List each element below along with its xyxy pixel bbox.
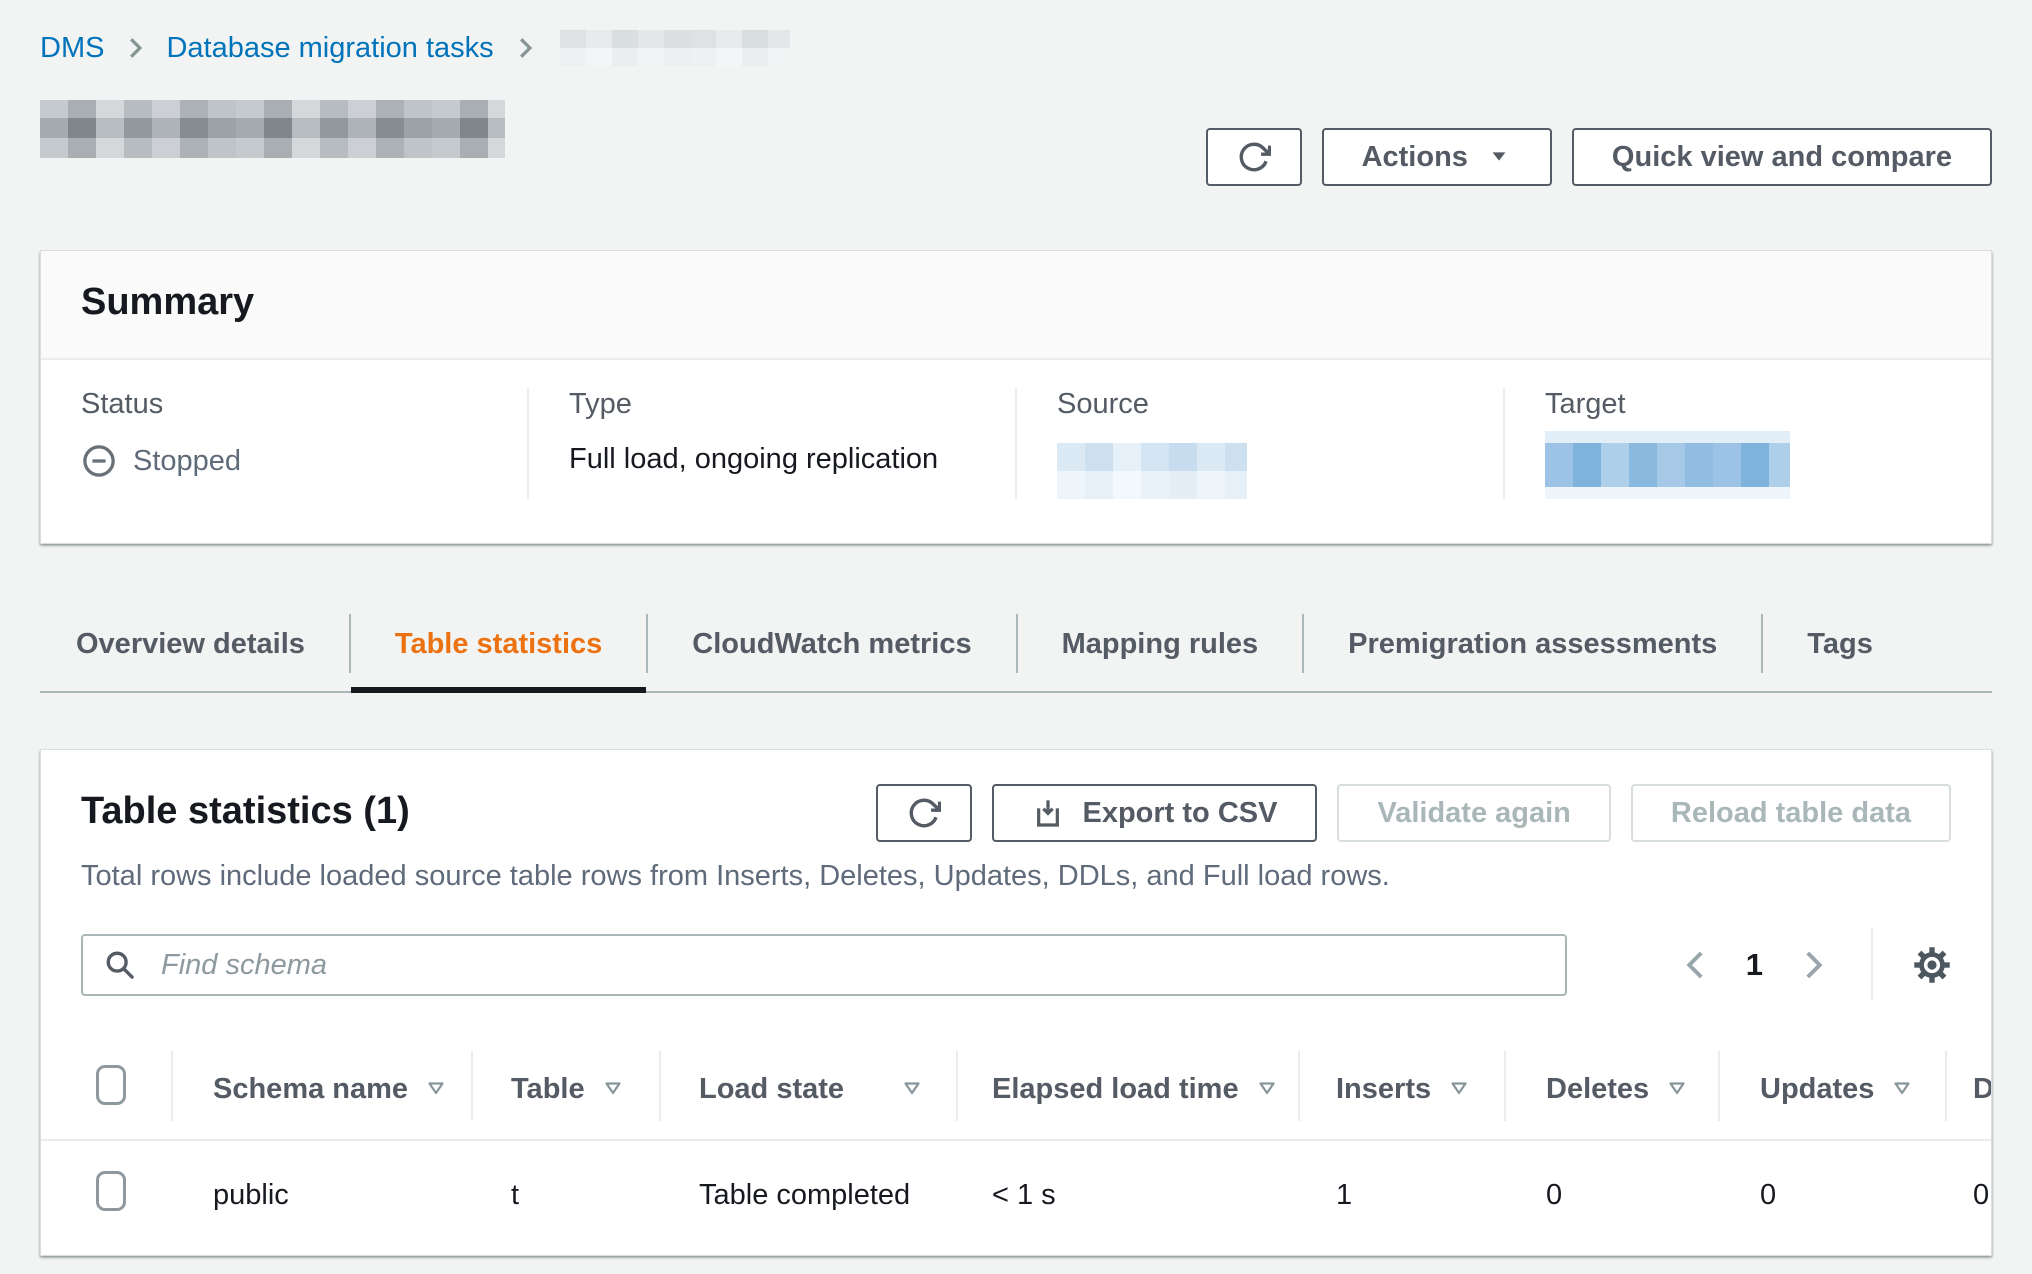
preferences-button[interactable]	[1913, 946, 1951, 984]
cell-load-state: Table completed	[659, 1140, 956, 1255]
header-toolbar: Actions Quick view and compare	[1206, 128, 1992, 186]
sort-icon[interactable]	[601, 1077, 625, 1101]
refresh-table-button[interactable]	[876, 784, 972, 842]
sort-icon[interactable]	[424, 1077, 448, 1101]
summary-body: Status Stopped Type Full load, ongoing r…	[41, 360, 1991, 543]
export-csv-button[interactable]: Export to CSV	[992, 784, 1317, 842]
column-header-updates[interactable]: Updates	[1718, 1045, 1945, 1140]
refresh-icon	[907, 796, 941, 830]
actions-button[interactable]: Actions	[1322, 128, 1552, 186]
export-csv-label: Export to CSV	[1082, 797, 1277, 830]
dms-task-page: DMS Database migration tasks Actions Qui…	[0, 0, 2032, 1274]
sort-icon[interactable]	[1255, 1077, 1279, 1101]
type-label: Type	[569, 388, 975, 421]
summary-field-target: Target	[1503, 388, 1991, 499]
breadcrumb-link-migration-tasks[interactable]: Database migration tasks	[166, 32, 493, 65]
sort-icon[interactable]	[900, 1077, 924, 1101]
row-checkbox[interactable]	[96, 1171, 126, 1211]
table-toolbar: Export to CSV Validate again Reload tabl…	[876, 784, 1951, 842]
summary-header: Summary	[41, 251, 1991, 360]
source-endpoint-redacted-link[interactable]	[1057, 443, 1247, 499]
select-all-checkbox[interactable]	[96, 1065, 126, 1105]
tab-premigration-assessments[interactable]: Premigration assessments	[1304, 604, 1761, 691]
column-header-load-state[interactable]: Load state	[659, 1045, 956, 1140]
cell-updates: 0	[1718, 1140, 1945, 1255]
column-header-elapsed-load-time[interactable]: Elapsed load time	[956, 1045, 1298, 1140]
cell-deletes: 0	[1504, 1140, 1718, 1255]
page-title-redacted	[40, 100, 505, 158]
download-icon	[1032, 797, 1064, 829]
target-endpoint-redacted-link[interactable]	[1545, 443, 1790, 487]
pagination-divider	[1871, 929, 1873, 1001]
summary-field-status: Status Stopped	[41, 388, 527, 499]
next-page-button[interactable]	[1795, 947, 1831, 983]
sort-icon[interactable]	[1890, 1077, 1914, 1101]
breadcrumb-current-redacted	[560, 30, 790, 66]
reload-table-data-button[interactable]: Reload table data	[1631, 784, 1951, 842]
find-schema-input[interactable]	[81, 934, 1567, 996]
quick-view-compare-button[interactable]: Quick view and compare	[1572, 128, 1992, 186]
tab-overview-details[interactable]: Overview details	[40, 604, 349, 691]
source-label: Source	[1057, 388, 1463, 421]
gear-icon	[1913, 946, 1951, 984]
table-statistics-panel: Table statistics (1) Export to CSV Valid…	[40, 749, 1992, 1256]
cell-ddls-clipped: 0	[1945, 1140, 1992, 1255]
tab-mapping-rules[interactable]: Mapping rules	[1018, 604, 1303, 691]
table-statistics-table: Schema name Table Load state Elapsed loa…	[41, 1045, 1992, 1255]
table-controls-row: 1	[41, 893, 1991, 1001]
summary-title: Summary	[81, 281, 1951, 324]
tab-bar: Overview details Table statistics CloudW…	[40, 604, 1992, 693]
column-header-schema-name[interactable]: Schema name	[171, 1045, 471, 1140]
table-statistics-title: Table statistics (1)	[81, 790, 410, 833]
cell-inserts: 1	[1298, 1140, 1504, 1255]
tab-tags[interactable]: Tags	[1763, 604, 1917, 691]
column-header-table[interactable]: Table	[471, 1045, 659, 1140]
refresh-button[interactable]	[1206, 128, 1302, 186]
table-header-row: Schema name Table Load state Elapsed loa…	[41, 1045, 1992, 1140]
quick-view-label: Quick view and compare	[1612, 141, 1952, 174]
type-value: Full load, ongoing replication	[569, 443, 975, 476]
breadcrumb: DMS Database migration tasks	[40, 0, 1992, 66]
table-statistics-description: Total rows include loaded source table r…	[41, 860, 1991, 893]
breadcrumb-chevron-icon	[512, 35, 538, 61]
caret-down-icon	[1486, 146, 1512, 168]
pagination: 1	[1678, 929, 1951, 1001]
current-page-number: 1	[1746, 947, 1763, 983]
stopped-status-icon	[81, 443, 117, 479]
target-label: Target	[1545, 388, 1951, 421]
cell-elapsed-load-time: < 1 s	[956, 1140, 1298, 1255]
search-icon	[103, 948, 137, 987]
summary-panel: Summary Status Stopped Type Full load, o…	[40, 250, 1992, 544]
sort-icon[interactable]	[1447, 1077, 1471, 1101]
select-all-header	[41, 1045, 171, 1140]
status-value: Stopped	[81, 443, 487, 479]
breadcrumb-chevron-icon	[122, 35, 148, 61]
column-header-ddls-clipped[interactable]: D	[1945, 1045, 1992, 1140]
status-text: Stopped	[133, 445, 241, 478]
cell-table: t	[471, 1140, 659, 1255]
schema-search	[81, 934, 1567, 996]
sort-icon[interactable]	[1665, 1077, 1689, 1101]
page-header: Actions Quick view and compare	[40, 100, 1992, 186]
summary-field-source: Source	[1015, 388, 1503, 499]
table-row: public t Table completed < 1 s 1 0 0 0	[41, 1140, 1992, 1255]
column-header-inserts[interactable]: Inserts	[1298, 1045, 1504, 1140]
previous-page-button[interactable]	[1678, 947, 1714, 983]
tab-cloudwatch-metrics[interactable]: CloudWatch metrics	[648, 604, 1015, 691]
row-select-cell	[41, 1140, 171, 1255]
table-panel-header: Table statistics (1) Export to CSV Valid…	[41, 750, 1991, 842]
actions-button-label: Actions	[1362, 141, 1468, 174]
refresh-icon	[1237, 140, 1271, 174]
breadcrumb-link-dms[interactable]: DMS	[40, 32, 104, 65]
status-label: Status	[81, 388, 487, 421]
cell-schema-name: public	[171, 1140, 471, 1255]
summary-field-type: Type Full load, ongoing replication	[527, 388, 1015, 499]
tab-table-statistics[interactable]: Table statistics	[351, 604, 646, 691]
validate-again-button[interactable]: Validate again	[1337, 784, 1610, 842]
column-header-deletes[interactable]: Deletes	[1504, 1045, 1718, 1140]
